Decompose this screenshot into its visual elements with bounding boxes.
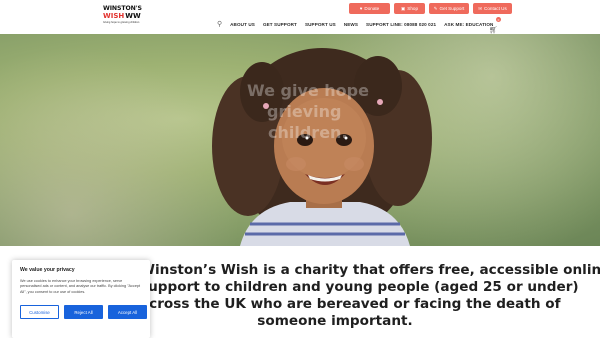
hero-line3: children. xyxy=(268,123,348,142)
reject-all-button[interactable]: Reject All xyxy=(64,305,103,319)
heart-hand-icon: ♥ xyxy=(359,6,363,11)
cookie-buttons: Customise Reject All Accept All xyxy=(20,305,147,319)
hero-line1: We give hope xyxy=(247,81,369,100)
logo-tagline: Giving hope to grieving children xyxy=(103,21,140,24)
hero-tagline: We give hope grieving children. xyxy=(247,80,369,143)
main-nav: ⚲ ABOUT US GET SUPPORT SUPPORT US NEWS S… xyxy=(217,20,501,28)
nav-get-support[interactable]: GET SUPPORT xyxy=(263,22,297,27)
nav-ask-me-education[interactable]: ASK ME: EDUCATION xyxy=(444,22,493,27)
nav-news[interactable]: NEWS xyxy=(344,22,358,27)
mission-line3: across the UK who are bereaved or facing… xyxy=(140,296,561,312)
top-buttons: ♥ Donate ▣ Shop ✎ Get Support ✉ Contact … xyxy=(349,3,512,14)
contact-us-label: Contact Us xyxy=(484,6,507,11)
logo-line2: WISH WW xyxy=(103,11,141,21)
logo-wish: WISH xyxy=(103,11,125,20)
accept-all-button[interactable]: Accept All xyxy=(108,305,147,319)
basket-icon: 🛒︎ xyxy=(489,27,498,34)
contact-us-button[interactable]: ✉ Contact Us xyxy=(473,3,512,14)
nav-support-us[interactable]: SUPPORT US xyxy=(305,22,336,27)
shop-label: Shop xyxy=(407,6,418,11)
nav-support-line[interactable]: SUPPORT LINE: 08088 020 021 xyxy=(366,22,436,27)
mail-icon: ✉ xyxy=(478,5,483,11)
nav-about-us[interactable]: ABOUT US xyxy=(230,22,255,27)
donate-button[interactable]: ♥ Donate xyxy=(349,3,390,14)
bag-icon: ▣ xyxy=(401,5,406,11)
mission-line2: support to children and young people (ag… xyxy=(140,279,579,295)
cart-button[interactable]: 🛒︎ 0 xyxy=(489,17,501,34)
search-icon[interactable]: ⚲ xyxy=(217,20,222,28)
cookie-consent-banner: We value your privacy We use cookies to … xyxy=(12,260,150,338)
page: WINSTON'S WISH WW Giving hope to grievin… xyxy=(0,0,600,338)
site-logo[interactable]: WINSTON'S WISH WW Giving hope to grievin… xyxy=(103,5,142,28)
mission-line1: Winston’s Wish is a charity that offers … xyxy=(140,262,600,278)
cookie-text: We use cookies to enhance your browsing … xyxy=(20,279,141,294)
get-support-label: Get Support xyxy=(439,6,465,11)
cart-count-badge: 0 xyxy=(496,17,501,22)
mission-line4: someone important. xyxy=(257,313,413,329)
mission-statement: Winston’s Wish is a charity that offers … xyxy=(140,262,600,330)
get-support-button[interactable]: ✎ Get Support xyxy=(429,3,469,14)
customise-button[interactable]: Customise xyxy=(20,305,59,319)
site-header: WINSTON'S WISH WW Giving hope to grievin… xyxy=(0,0,600,34)
support-icon: ✎ xyxy=(433,5,438,11)
donate-label: Donate xyxy=(364,6,380,11)
logo-mark: WW xyxy=(125,11,141,20)
shop-button[interactable]: ▣ Shop xyxy=(394,3,425,14)
hero-banner: We give hope grieving children. xyxy=(0,34,600,246)
hero-line2: grieving xyxy=(267,102,342,121)
cookie-title: We value your privacy xyxy=(20,267,75,273)
